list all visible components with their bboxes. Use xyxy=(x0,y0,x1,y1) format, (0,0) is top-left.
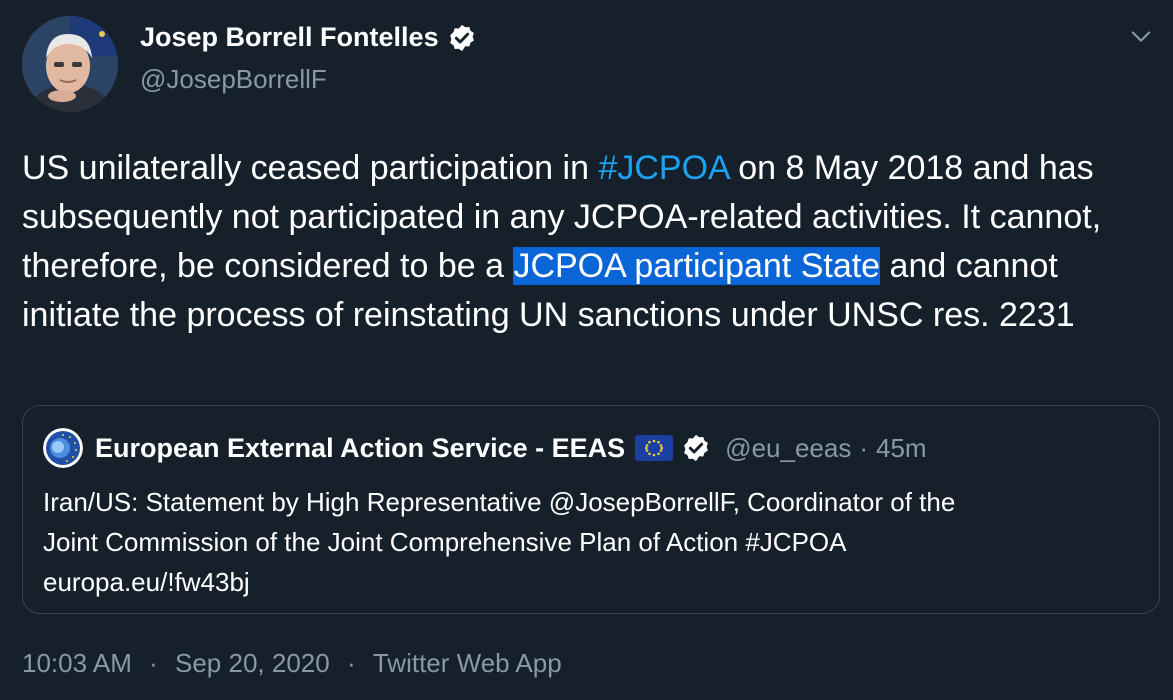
hashtag-link[interactable]: #JCPOA xyxy=(598,149,728,187)
verified-badge-icon xyxy=(447,23,477,53)
chevron-down-icon[interactable] xyxy=(1127,22,1155,50)
verified-badge-icon xyxy=(681,433,711,463)
tweet-text-segment: US unilaterally ceased participation in xyxy=(22,149,599,187)
separator-dot: · xyxy=(346,648,356,678)
quoted-author-avatar[interactable] xyxy=(43,428,83,468)
tweet-source-link[interactable]: Twitter Web App xyxy=(373,648,562,679)
tweet: Josep Borrell Fontelles @JosepBorrellF U… xyxy=(0,0,1173,700)
eu-flag-icon xyxy=(635,435,674,461)
tweet-meta: 10:03 AM · Sep 20, 2020 · Twitter Web Ap… xyxy=(22,648,562,679)
selected-text: JCPOA participant State xyxy=(513,247,881,285)
author-handle[interactable]: @JosepBorrellF xyxy=(140,64,327,95)
author-display-name[interactable]: Josep Borrell Fontelles xyxy=(140,22,477,53)
quoted-author-handle[interactable]: @eu_eeas xyxy=(725,433,851,464)
tweet-time[interactable]: 10:03 AM xyxy=(22,648,132,679)
separator-dot: · xyxy=(859,432,868,463)
quoted-tweet-text: Iran/US: Statement by High Representativ… xyxy=(43,482,1133,602)
author-avatar[interactable] xyxy=(22,16,118,112)
quoted-text-line: Joint Commission of the Joint Comprehens… xyxy=(43,527,847,557)
author-name-text[interactable]: Josep Borrell Fontelles xyxy=(140,22,439,53)
quoted-tweet-header: European External Action Service - EEAS xyxy=(43,428,927,468)
quoted-author-name[interactable]: European External Action Service - EEAS xyxy=(95,433,625,464)
separator-dot: · xyxy=(149,648,158,678)
quoted-tweet-card[interactable]: European External Action Service - EEAS xyxy=(22,405,1160,614)
tweet-text: US unilaterally ceased participation in … xyxy=(22,144,1152,340)
tweet-date[interactable]: Sep 20, 2020 xyxy=(175,648,330,679)
quoted-text-line: Iran/US: Statement by High Representativ… xyxy=(43,487,956,517)
quoted-tweet-time[interactable]: 45m xyxy=(876,433,927,464)
quoted-link-text: europa.eu/!fw43bj xyxy=(43,567,250,597)
